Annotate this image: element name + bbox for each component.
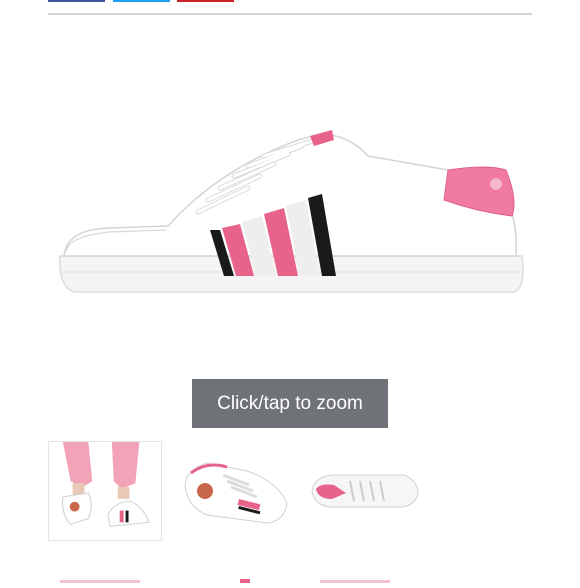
facebook-share-button[interactable] (48, 0, 105, 2)
zoom-button[interactable]: Click/tap to zoom (192, 379, 388, 428)
thumbnail-1[interactable] (48, 441, 162, 541)
twitter-share-button[interactable] (113, 0, 170, 2)
thumbnail-2[interactable] (177, 441, 291, 541)
next-row-peek (0, 570, 580, 583)
thumbnail-3[interactable] (306, 441, 420, 541)
main-product-image[interactable] (48, 60, 532, 360)
divider (48, 13, 532, 15)
pinterest-share-button[interactable] (177, 0, 234, 2)
